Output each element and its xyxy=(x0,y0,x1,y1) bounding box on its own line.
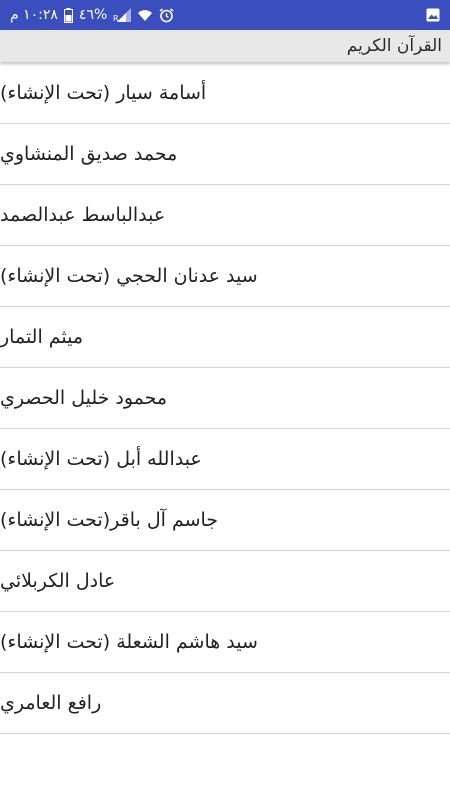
list-item[interactable]: سيد عدنان الحجي (تحت الإنشاء) xyxy=(0,246,450,307)
list-item-label: ميثم التمار xyxy=(0,326,84,348)
list-item-label: محمد صديق المنشاوي xyxy=(0,143,178,165)
list-item-label: جاسم آل باقر(تحت الإنشاء) xyxy=(0,509,219,531)
gallery-notification-icon xyxy=(426,8,440,22)
list-item-label: أسامة سيار (تحت الإنشاء) xyxy=(0,82,207,104)
svg-text:R: R xyxy=(113,14,119,22)
list-item-label: سيد هاشم الشعلة (تحت الإنشاء) xyxy=(0,631,258,653)
clock-text: ١٠:٢٨ م xyxy=(10,7,58,23)
list-item-label: رافع العامري xyxy=(0,692,102,714)
list-item[interactable]: عادل الكربلائي xyxy=(0,551,450,612)
reciters-list: أسامة سيار (تحت الإنشاء) محمد صديق المنش… xyxy=(0,63,450,734)
list-item[interactable]: أسامة سيار (تحت الإنشاء) xyxy=(0,63,450,124)
list-item-label: عادل الكربلائي xyxy=(0,570,116,592)
status-right-group xyxy=(426,8,440,22)
signal-icon: R xyxy=(113,8,132,22)
list-item[interactable]: عبدالله أبل (تحت الإنشاء) xyxy=(0,429,450,490)
list-item[interactable]: عبدالباسط عبدالصمد xyxy=(0,185,450,246)
list-item-label: عبدالباسط عبدالصمد xyxy=(0,204,166,226)
status-left-group: ١٠:٢٨ م ٤٦% R xyxy=(10,7,174,23)
status-bar: ١٠:٢٨ م ٤٦% R xyxy=(0,0,450,30)
list-item[interactable]: سيد هاشم الشعلة (تحت الإنشاء) xyxy=(0,612,450,673)
list-item[interactable]: ميثم التمار xyxy=(0,307,450,368)
battery-icon xyxy=(63,7,73,23)
list-item[interactable]: محمد صديق المنشاوي xyxy=(0,124,450,185)
list-item-label: سيد عدنان الحجي (تحت الإنشاء) xyxy=(0,265,258,287)
list-item-label: محمود خليل الحصري xyxy=(0,387,168,409)
alarm-icon xyxy=(159,7,174,23)
list-item[interactable]: محمود خليل الحصري xyxy=(0,368,450,429)
list-item-label: عبدالله أبل (تحت الإنشاء) xyxy=(0,448,202,470)
app-title: القرآن الكريم xyxy=(346,36,442,56)
list-item[interactable]: جاسم آل باقر(تحت الإنشاء) xyxy=(0,490,450,551)
list-item[interactable]: رافع العامري xyxy=(0,673,450,734)
wifi-icon xyxy=(137,8,153,22)
battery-percent-text: ٤٦% xyxy=(78,7,108,23)
app-bar: القرآن الكريم xyxy=(0,30,450,62)
